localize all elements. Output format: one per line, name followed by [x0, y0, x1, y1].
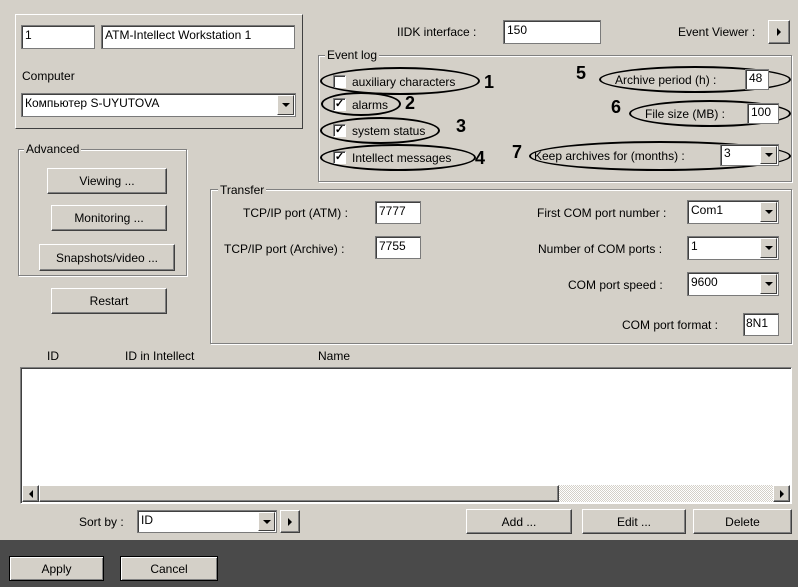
scroll-thumb[interactable] [39, 485, 559, 502]
num-com-select[interactable]: 1 [687, 236, 779, 260]
callout-oval-2 [321, 92, 401, 116]
chevron-down-icon[interactable] [258, 512, 275, 531]
first-com-value: Com1 [691, 203, 724, 217]
chevron-right-icon [288, 517, 292, 526]
advanced-title: Advanced [24, 142, 82, 156]
com-format-field[interactable]: 8N1 [743, 313, 779, 336]
num-com-label: Number of COM ports : [538, 242, 663, 256]
computer-select-value: Компьютер S-UYUTOVA [25, 96, 160, 110]
iidk-field[interactable]: 150 [503, 20, 601, 44]
add-button[interactable]: Add ... [466, 509, 572, 534]
chevron-down-icon[interactable] [760, 274, 777, 294]
sort-by-select[interactable]: ID [137, 510, 277, 533]
callout-oval-3 [320, 117, 440, 144]
column-header-name[interactable]: Name [318, 349, 350, 363]
chevron-down-icon[interactable] [760, 238, 777, 258]
com-speed-select[interactable]: 9600 [687, 272, 779, 296]
num-com-value: 1 [691, 239, 698, 253]
object-id-field[interactable]: 1 [21, 25, 95, 49]
callout-number-4: 4 [475, 148, 486, 168]
event-viewer-label: Event Viewer : [678, 25, 756, 39]
archive-period-label: Archive period (h) : [615, 73, 717, 87]
iidk-label: IIDK interface : [397, 25, 477, 39]
atm-settings-panel: 1 ATM-Intellect Workstation 1 Computer К… [0, 0, 798, 587]
sort-order-button[interactable] [280, 510, 300, 533]
first-com-label: First COM port number : [537, 206, 667, 220]
sort-by-label: Sort by : [79, 515, 124, 529]
file-size-field[interactable]: 100 [747, 103, 779, 124]
monitoring-button[interactable]: Monitoring ... [51, 205, 167, 231]
keep-archives-label: Keep archives for (months) : [534, 149, 685, 163]
scroll-right-button[interactable] [773, 485, 790, 502]
event-log-title: Event log [325, 48, 380, 62]
chevron-down-icon[interactable] [760, 146, 777, 164]
arrow-left-icon [28, 489, 33, 498]
tcp-archive-field[interactable]: 7755 [375, 236, 421, 259]
cancel-button[interactable]: Cancel [120, 556, 218, 581]
keep-archives-value: 3 [724, 146, 731, 160]
archive-period-field[interactable]: 48 [745, 69, 769, 90]
callout-number-2: 2 [405, 93, 416, 113]
viewing-button[interactable]: Viewing ... [47, 168, 167, 194]
callout-number-3: 3 [456, 116, 467, 136]
callout-number-1: 1 [484, 72, 495, 92]
apply-button[interactable]: Apply [9, 556, 104, 581]
scroll-track[interactable] [559, 485, 773, 502]
chevron-down-icon[interactable] [760, 202, 777, 222]
file-size-label: File size (MB) : [645, 107, 726, 121]
computer-select[interactable]: Компьютер S-UYUTOVA [21, 93, 296, 117]
tcp-atm-label: TCP/IP port (ATM) : [243, 206, 348, 220]
computer-label: Computer [22, 69, 75, 83]
edit-button[interactable]: Edit ... [582, 509, 686, 534]
keep-archives-select[interactable]: 3 [720, 144, 779, 166]
scroll-left-button[interactable] [22, 485, 39, 502]
object-name-field[interactable]: ATM-Intellect Workstation 1 [101, 25, 295, 49]
tcp-archive-label: TCP/IP port (Archive) : [224, 242, 345, 256]
chevron-down-icon[interactable] [277, 95, 294, 115]
delete-button[interactable]: Delete [693, 509, 792, 534]
callout-oval-4 [320, 144, 476, 171]
column-header-id[interactable]: ID [47, 349, 59, 363]
objects-table[interactable] [20, 367, 792, 504]
com-speed-value: 9600 [691, 275, 718, 289]
callout-oval-1 [320, 67, 480, 95]
callout-number-7: 7 [512, 142, 523, 162]
column-header-id-in-intellect[interactable]: ID in Intellect [125, 349, 194, 363]
chevron-right-icon [777, 28, 781, 36]
event-viewer-button[interactable] [768, 20, 790, 44]
com-speed-label: COM port speed : [568, 278, 663, 292]
sort-by-value: ID [141, 513, 153, 527]
arrow-right-icon [779, 489, 784, 498]
com-format-label: COM port format : [622, 318, 719, 332]
snapshots-video-button[interactable]: Snapshots/video ... [39, 244, 175, 271]
transfer-title: Transfer [218, 183, 267, 197]
tcp-atm-field[interactable]: 7777 [375, 201, 421, 224]
callout-number-6: 6 [611, 97, 622, 117]
callout-number-5: 5 [576, 63, 587, 83]
first-com-select[interactable]: Com1 [687, 200, 779, 224]
restart-button[interactable]: Restart [51, 288, 167, 314]
